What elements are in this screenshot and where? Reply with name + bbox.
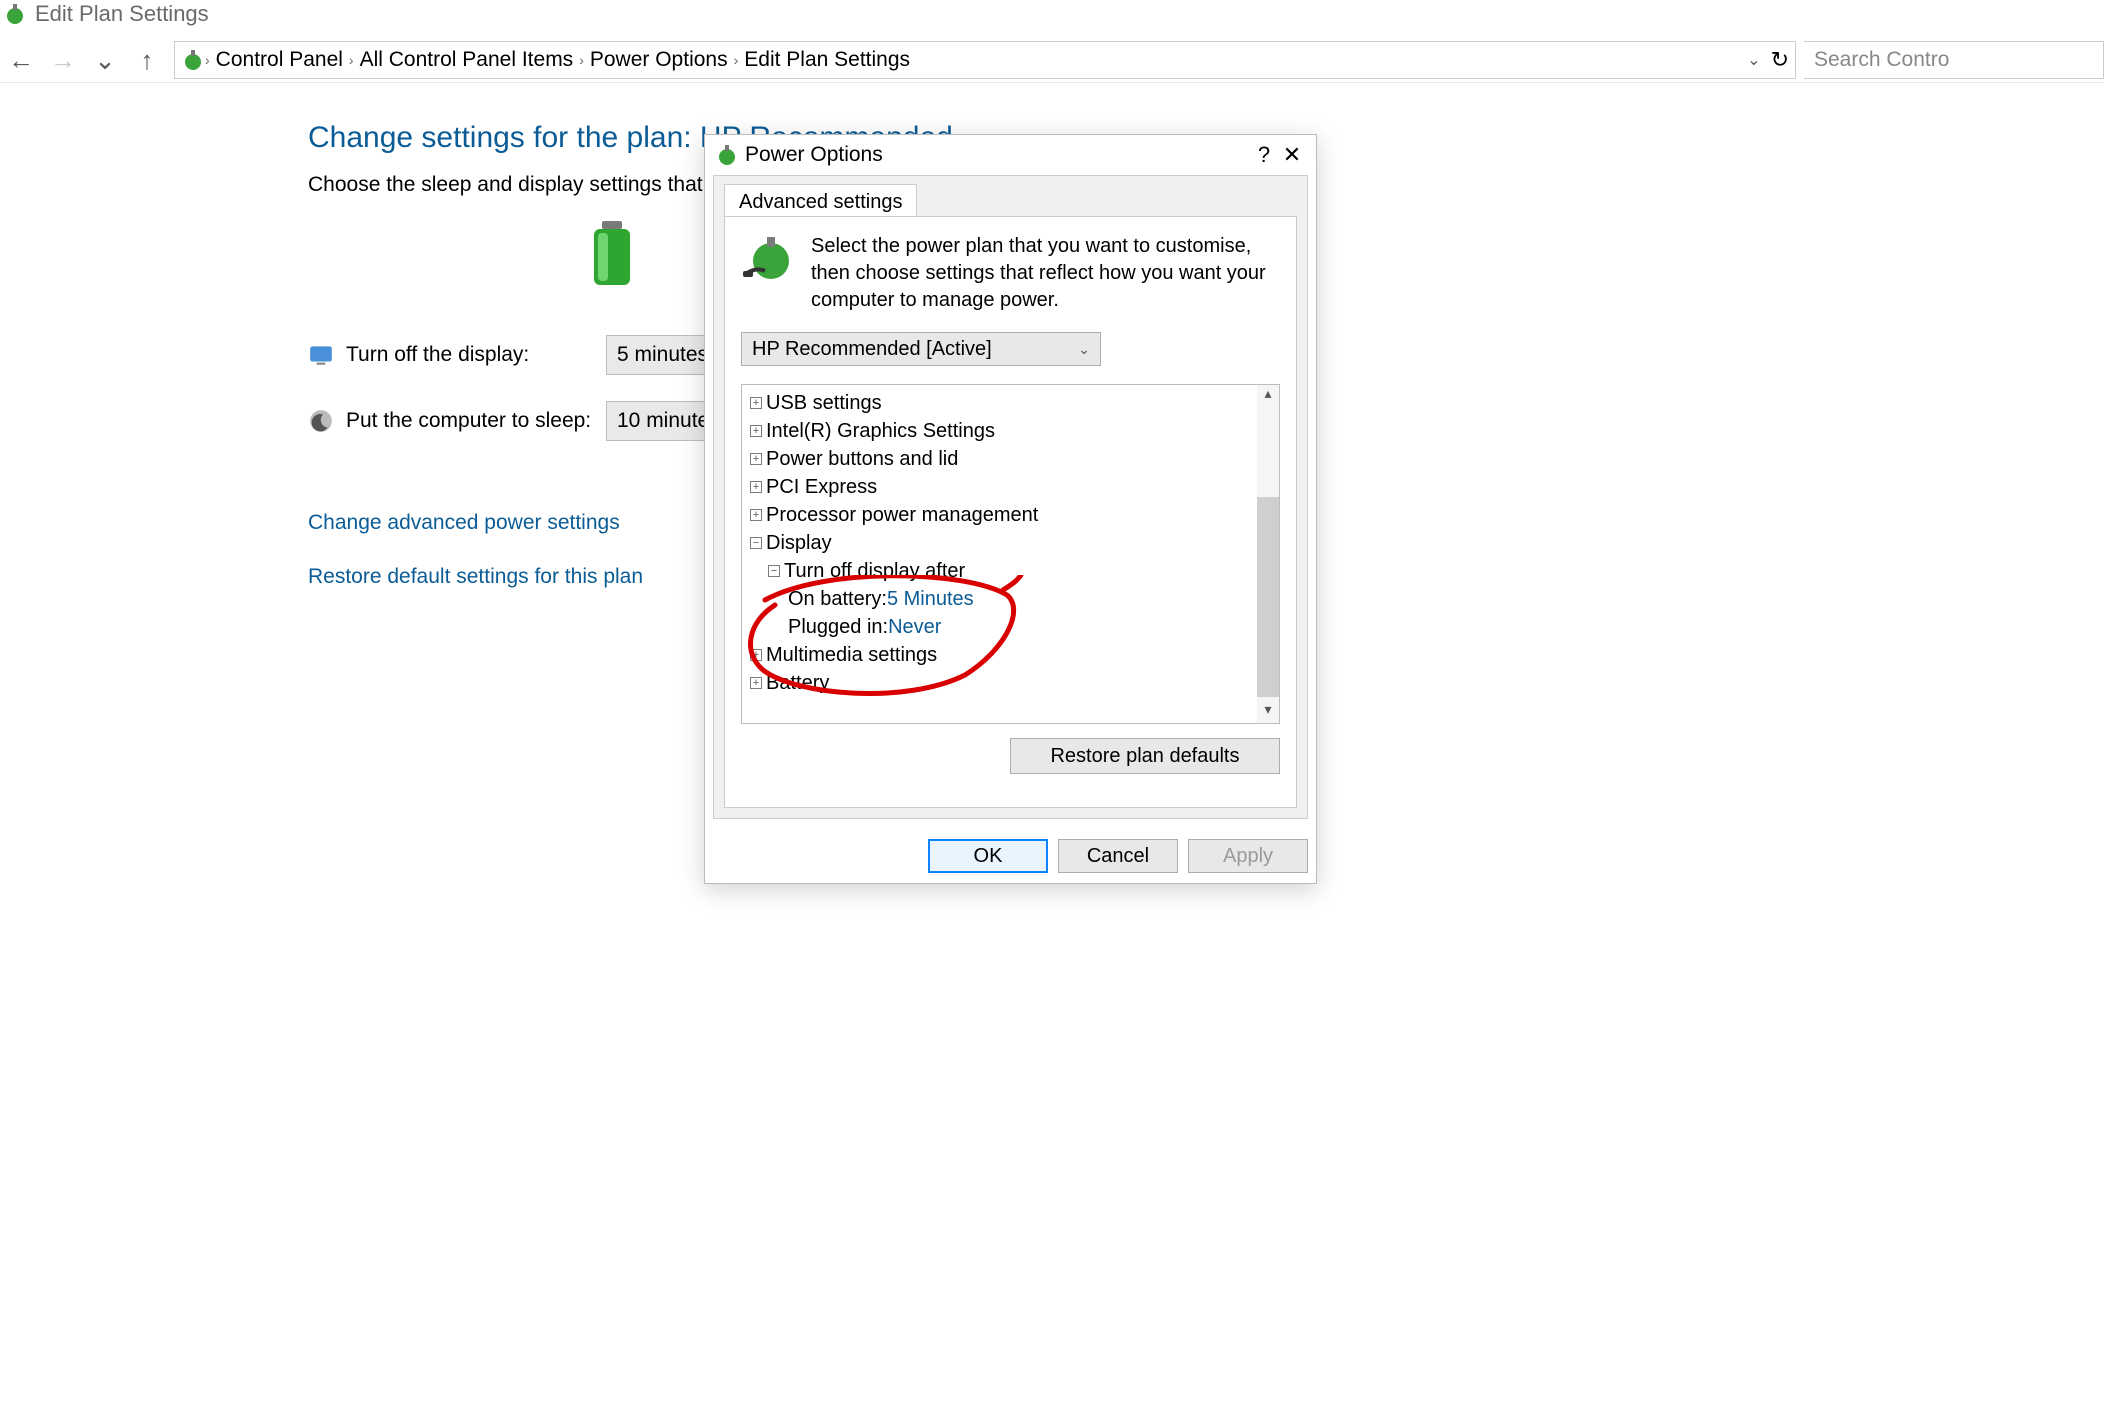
sleep-icon (308, 408, 334, 434)
breadcrumb[interactable]: Control Panel (216, 48, 343, 72)
turn-off-display-label: Turn off the display: (346, 343, 606, 367)
sleep-label: Put the computer to sleep: (346, 409, 606, 433)
restore-plan-defaults-button[interactable]: Restore plan defaults (1010, 738, 1280, 774)
chevron-right-icon: › (579, 52, 584, 68)
address-dropdown-icon[interactable]: ⌄ (1747, 50, 1760, 70)
breadcrumb[interactable]: Edit Plan Settings (744, 48, 910, 72)
power-plan-icon (741, 233, 793, 314)
explorer-toolbar: ← → ⌄ ↑ › Control Panel › All Control Pa… (0, 40, 2104, 80)
nav-up-button[interactable]: ↑ (130, 43, 164, 77)
tab-page: Select the power plan that you want to c… (724, 216, 1297, 808)
tree-node-display[interactable]: −Display (750, 529, 1253, 557)
dialog-body: Advanced settings Select the power plan … (713, 175, 1308, 819)
scroll-down-icon[interactable]: ▾ (1257, 701, 1279, 723)
on-battery-label: On battery: (788, 585, 887, 613)
breadcrumb[interactable]: All Control Panel Items (360, 48, 574, 72)
search-placeholder: Search Contro (1814, 48, 1949, 72)
search-input[interactable]: Search Contro (1804, 41, 2104, 79)
dialog-buttons: OK Cancel Apply (713, 839, 1308, 873)
address-bar[interactable]: › Control Panel › All Control Panel Item… (174, 41, 1796, 79)
ok-button[interactable]: OK (928, 839, 1048, 873)
nav-history-button[interactable]: ⌄ (88, 43, 122, 77)
tree-node-pci-express[interactable]: +PCI Express (750, 473, 1253, 501)
refresh-icon[interactable]: ↻ (1771, 47, 1789, 73)
plugged-in-value: Never (888, 613, 941, 641)
window-title-text: Edit Plan Settings (35, 1, 209, 27)
tree-node-power-buttons[interactable]: +Power buttons and lid (750, 445, 1253, 473)
tree-scrollbar[interactable]: ▴ ▾ (1257, 385, 1279, 723)
tree-node-intel-graphics[interactable]: +Intel(R) Graphics Settings (750, 417, 1253, 445)
chevron-right-icon: › (349, 52, 354, 68)
settings-tree: +USB settings +Intel(R) Graphics Setting… (741, 384, 1280, 724)
breadcrumb[interactable]: Power Options (590, 48, 728, 72)
on-battery-value: 5 Minutes (887, 585, 974, 613)
power-options-icon (181, 48, 205, 72)
power-options-icon (3, 2, 27, 26)
close-button[interactable]: ✕ (1278, 142, 1306, 168)
power-plan-dropdown[interactable]: HP Recommended [Active] ⌄ (741, 332, 1101, 366)
battery-icon (588, 221, 636, 289)
dialog-intro-text: Select the power plan that you want to c… (811, 233, 1280, 314)
scrollbar-thumb[interactable] (1257, 497, 1279, 697)
heading-prefix: Change settings for the plan: (308, 121, 700, 154)
dropdown-value: 5 minutes (617, 343, 708, 367)
nav-back-button[interactable]: ← (4, 43, 38, 77)
power-options-icon (715, 143, 739, 167)
nav-forward-button[interactable]: → (46, 43, 80, 77)
tree-node-turn-off-display[interactable]: −Turn off display after (768, 557, 1253, 585)
plugged-in-label: Plugged in: (788, 613, 888, 641)
tree-value-on-battery[interactable]: On battery: 5 Minutes (788, 585, 1253, 613)
dialog-title: Power Options (745, 143, 883, 167)
dropdown-value: HP Recommended [Active] (752, 338, 992, 361)
tree-node-multimedia[interactable]: +Multimedia settings (750, 641, 1253, 669)
dialog-titlebar: Power Options ? ✕ (705, 135, 1316, 175)
window-title: Edit Plan Settings (3, 1, 209, 27)
tree-node-processor[interactable]: +Processor power management (750, 501, 1253, 529)
chevron-right-icon: › (205, 52, 210, 68)
scroll-up-icon[interactable]: ▴ (1257, 385, 1279, 407)
chevron-down-icon: ⌄ (1078, 341, 1090, 358)
chevron-right-icon: › (734, 52, 739, 68)
cancel-button[interactable]: Cancel (1058, 839, 1178, 873)
help-button[interactable]: ? (1250, 142, 1278, 168)
tree-node-usb[interactable]: +USB settings (750, 389, 1253, 417)
display-icon (308, 342, 334, 368)
tree-value-plugged-in[interactable]: Plugged in: Never (788, 613, 1253, 641)
power-options-dialog: Power Options ? ✕ Advanced settings Sele… (704, 134, 1317, 884)
tree-node-battery[interactable]: +Battery (750, 669, 1253, 697)
apply-button[interactable]: Apply (1188, 839, 1308, 873)
